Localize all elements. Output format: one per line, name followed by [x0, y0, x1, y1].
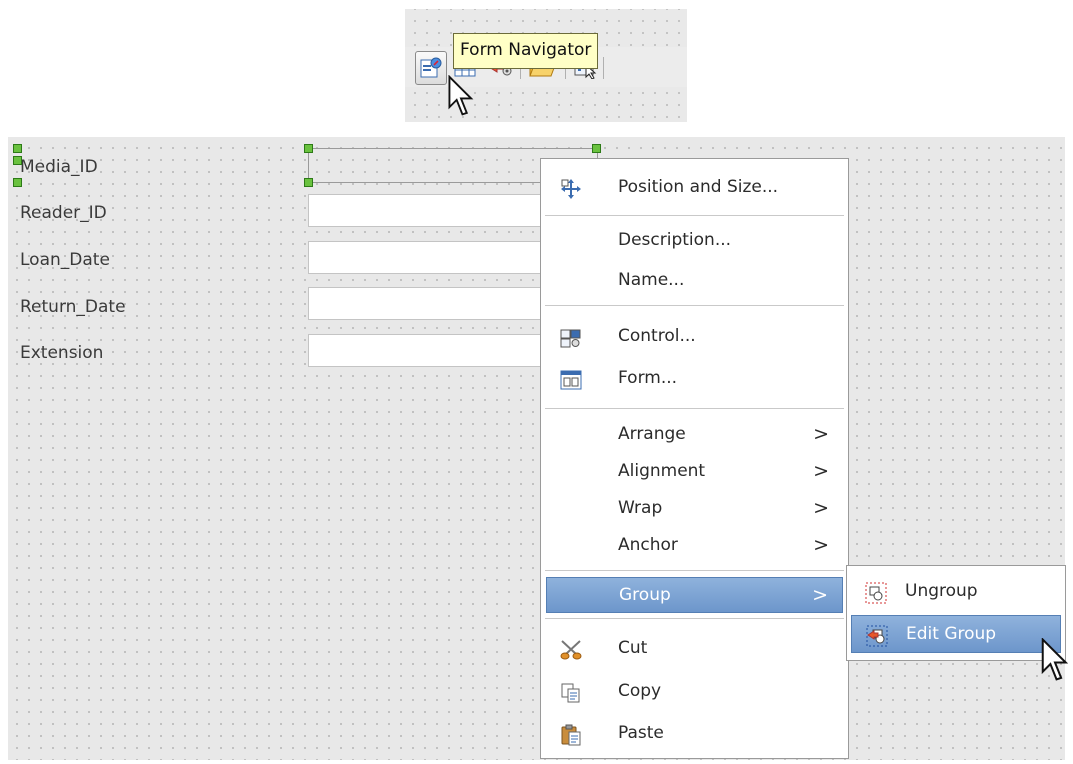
- paste-icon: [561, 724, 581, 746]
- menu-label: Paste: [618, 723, 664, 743]
- mouse-pointer-icon: [448, 75, 474, 116]
- menu-item-position-size[interactable]: Position and Size...: [546, 170, 843, 206]
- menu-label: Description...: [618, 230, 732, 250]
- menu-label: Cut: [618, 638, 648, 658]
- menu-separator: [545, 408, 844, 409]
- selection-handle[interactable]: [13, 178, 22, 187]
- label-return-date[interactable]: Return_Date: [20, 297, 126, 317]
- label-loan-date[interactable]: Loan_Date: [20, 250, 110, 270]
- menu-label: Name...: [618, 270, 685, 290]
- menu-label: Position and Size...: [618, 177, 779, 197]
- submenu-item-ungroup[interactable]: Ungroup: [851, 573, 1061, 611]
- menu-item-paste[interactable]: Paste: [546, 716, 843, 752]
- menu-item-form[interactable]: Form...: [546, 361, 843, 397]
- menu-item-copy[interactable]: Copy: [546, 674, 843, 710]
- selection-handle[interactable]: [304, 144, 313, 153]
- menu-separator: [545, 618, 844, 619]
- menu-label: Ungroup: [905, 581, 978, 601]
- menu-item-anchor[interactable]: Anchor >: [546, 528, 843, 564]
- label-media-id[interactable]: Media_ID: [20, 157, 98, 177]
- menu-label: Edit Group: [906, 624, 997, 644]
- chevron-right-icon: >: [813, 423, 829, 445]
- form-design-canvas[interactable]: Media_ID Reader_ID Loan_Date Return_Date…: [8, 137, 1065, 760]
- menu-label: Form...: [618, 368, 678, 388]
- control-icon: [560, 329, 581, 348]
- menu-separator: [545, 215, 844, 216]
- menu-label: Control...: [618, 326, 696, 346]
- chevron-right-icon: >: [813, 460, 829, 482]
- form-icon: [560, 370, 582, 390]
- menu-item-name[interactable]: Name...: [546, 263, 843, 299]
- group-submenu: Ungroup Edit Group: [846, 565, 1066, 661]
- label-extension[interactable]: Extension: [20, 343, 103, 363]
- menu-item-alignment[interactable]: Alignment >: [546, 454, 843, 490]
- menu-item-cut[interactable]: Cut: [546, 631, 843, 667]
- menu-separator: [545, 305, 844, 306]
- form-navigator-tooltip: Form Navigator: [453, 33, 599, 69]
- mouse-pointer-icon: [1041, 638, 1069, 681]
- menu-item-control[interactable]: Control...: [546, 319, 843, 355]
- selection-handle[interactable]: [13, 156, 22, 165]
- position-size-icon: [561, 179, 581, 199]
- chevron-right-icon: >: [812, 584, 828, 606]
- menu-item-description[interactable]: Description...: [546, 223, 843, 259]
- scissors-icon: [560, 640, 582, 660]
- menu-item-group[interactable]: Group >: [546, 577, 843, 613]
- selection-handle[interactable]: [13, 144, 22, 153]
- submenu-item-edit-group[interactable]: Edit Group: [851, 615, 1061, 653]
- form-navigator-button[interactable]: [415, 51, 447, 85]
- label-reader-id[interactable]: Reader_ID: [20, 203, 107, 223]
- toolbar-inset: Form Navigator: [405, 9, 687, 122]
- edit-group-icon: [866, 625, 888, 647]
- menu-item-wrap[interactable]: Wrap >: [546, 491, 843, 527]
- context-menu: Position and Size... Description... Name…: [540, 158, 849, 759]
- chevron-right-icon: >: [813, 534, 829, 556]
- form-navigator-icon: [420, 57, 442, 78]
- menu-label: Wrap: [618, 498, 663, 518]
- selection-handle[interactable]: [304, 178, 313, 187]
- menu-label: Arrange: [618, 424, 686, 444]
- menu-separator: [545, 570, 844, 571]
- ungroup-icon: [865, 582, 887, 604]
- toolbar-separator: [603, 57, 604, 79]
- menu-item-arrange[interactable]: Arrange >: [546, 417, 843, 453]
- menu-label: Alignment: [618, 461, 706, 481]
- selection-handle[interactable]: [592, 144, 601, 153]
- chevron-right-icon: >: [813, 497, 829, 519]
- menu-label: Copy: [618, 681, 662, 701]
- menu-label: Group: [619, 585, 671, 605]
- menu-label: Anchor: [618, 535, 678, 555]
- copy-icon: [561, 683, 580, 703]
